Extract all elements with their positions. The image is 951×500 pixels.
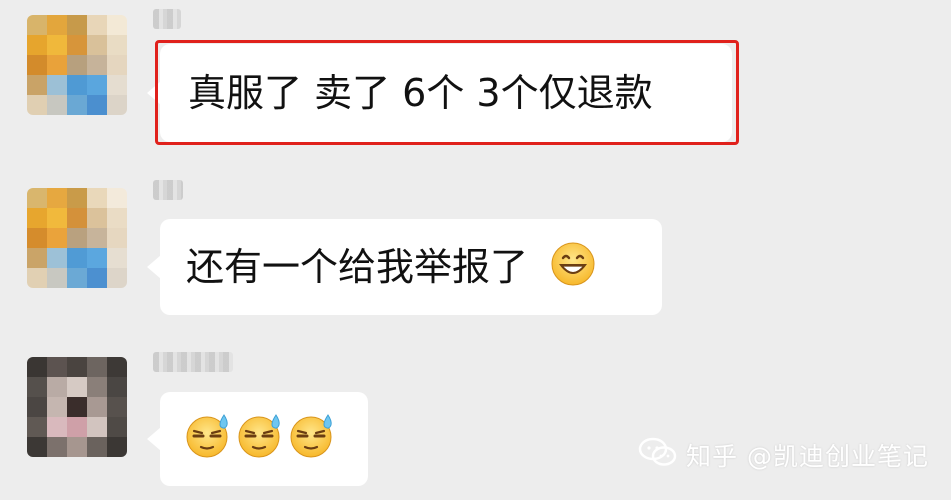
message-text: 真服了 卖了 6个 3个仅退款 [188, 71, 653, 115]
message-bubble[interactable]: 还有一个给我举报了 [147, 219, 662, 315]
watermark: 知乎 @凯迪创业笔记 [638, 436, 929, 474]
sender-name [153, 9, 181, 29]
avatar[interactable] [27, 188, 127, 288]
sweat-smile-face-icon [288, 412, 336, 466]
message-text: 还有一个给我举报了 [186, 245, 529, 289]
sweat-smile-face-icon [184, 412, 232, 466]
message-bubble[interactable] [147, 392, 368, 486]
grinning-face-icon [550, 241, 596, 293]
watermark-text: 知乎 @凯迪创业笔记 [686, 442, 929, 471]
sweat-smile-face-icon [236, 412, 284, 466]
sender-name [153, 352, 233, 372]
message-bubble[interactable]: 真服了 卖了 6个 3个仅退款 [147, 44, 732, 142]
emoji-row [184, 412, 336, 466]
wechat-bubbles-icon [638, 436, 678, 474]
avatar[interactable] [27, 357, 127, 457]
avatar[interactable] [27, 15, 127, 115]
sender-name [153, 180, 183, 200]
